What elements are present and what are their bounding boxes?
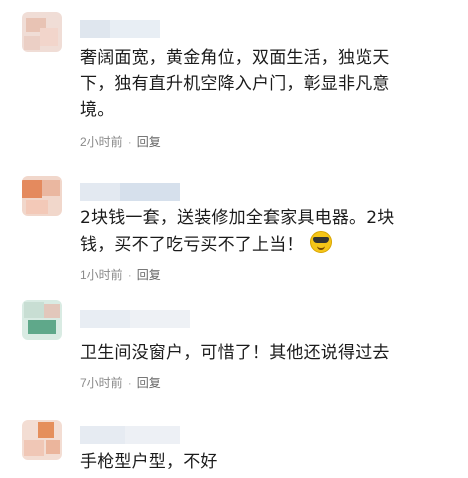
avatar[interactable]	[22, 176, 62, 216]
avatar[interactable]	[22, 420, 62, 460]
reply-button[interactable]: 回复	[137, 376, 161, 390]
comment-time: 7小时前	[80, 376, 123, 390]
reply-button[interactable]: 回复	[137, 135, 161, 149]
comment-text: 手枪型户型，不好	[80, 452, 218, 472]
avatar[interactable]	[22, 12, 62, 52]
username-blurred[interactable]	[80, 426, 180, 444]
meta-separator: ·	[127, 135, 132, 149]
username-blurred[interactable]	[80, 183, 180, 201]
comment-time: 2小时前	[80, 135, 123, 149]
comment-text: 奢阔面宽，黄金角位，双面生活，独览天下，独有直升机空降入户门，彰显非凡意境。	[80, 48, 390, 120]
username-blurred[interactable]	[80, 20, 160, 38]
comment-time: 1小时前	[80, 268, 123, 282]
avatar[interactable]	[22, 300, 62, 340]
comment-text: 卫生间没窗户，可惜了！其他还说得过去	[80, 343, 390, 363]
comment-text-body: 2块钱一套，送装修加全套家具电器。2块钱，买不了吃亏买不了上当！	[80, 208, 395, 255]
comment-text: 2块钱一套，送装修加全套家具电器。2块钱，买不了吃亏买不了上当！	[80, 205, 410, 258]
comment-meta: 1小时前 · 回复	[80, 266, 161, 283]
comment-meta: 2小时前 · 回复	[80, 133, 161, 150]
comment-meta: 7小时前 · 回复	[80, 374, 161, 391]
meta-separator: ·	[127, 268, 132, 282]
sunglasses-emoji-icon	[309, 231, 332, 253]
meta-separator: ·	[127, 376, 132, 390]
reply-button[interactable]: 回复	[137, 268, 161, 282]
username-blurred[interactable]	[80, 310, 190, 328]
